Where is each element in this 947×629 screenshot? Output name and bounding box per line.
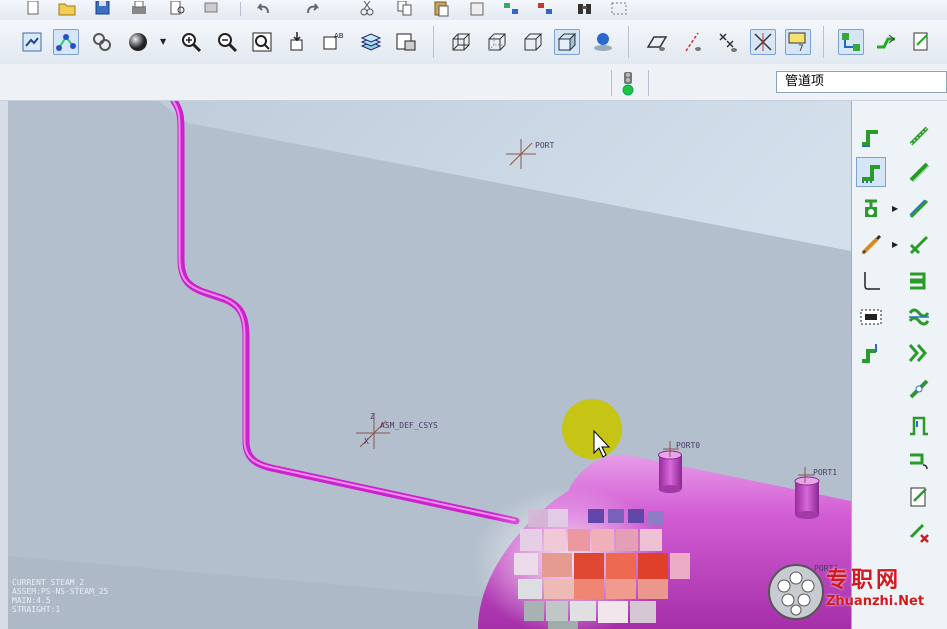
undo-icon[interactable] — [252, 0, 274, 18]
shading-icon[interactable] — [125, 29, 151, 55]
set-start-icon[interactable] — [856, 194, 886, 224]
repaint-icon[interactable] — [19, 29, 45, 55]
shaded-icon[interactable] — [554, 29, 580, 55]
toolbar-row-1 — [0, 0, 947, 21]
annotation-display-icon[interactable]: 7 — [785, 29, 811, 55]
cursor-highlight — [562, 399, 622, 459]
regenerate-icon[interactable] — [500, 0, 522, 18]
piping-tool-1-icon[interactable] — [838, 29, 864, 55]
status-line: ASSEM:PS-NS-STEAM_25 — [12, 587, 109, 596]
no-hidden-icon[interactable] — [520, 29, 546, 55]
bend-icon[interactable] — [904, 374, 934, 404]
label-port0: PORT0 — [676, 441, 700, 450]
nozzle-port1 — [794, 476, 820, 519]
label-port-top: PORT — [535, 141, 554, 150]
svg-text:7: 7 — [798, 44, 804, 53]
cut-icon[interactable] — [356, 0, 378, 18]
piping-tool-2-icon[interactable] — [873, 29, 899, 55]
corner-icon[interactable] — [904, 302, 934, 332]
paste-icon[interactable] — [430, 0, 452, 18]
save-icon[interactable] — [92, 0, 114, 18]
piping-toolbar-panel: ▶ ▶ — [851, 101, 947, 629]
open-icon[interactable] — [56, 0, 78, 18]
svg-text:Z: Z — [370, 412, 375, 421]
label-csys: ASM_DEF_CSYS — [380, 421, 438, 430]
piping-tool-3-icon[interactable] — [909, 29, 935, 55]
follow-axis-icon[interactable] — [856, 266, 886, 296]
flexible-icon[interactable] — [904, 230, 934, 260]
nozzle-port0 — [658, 450, 682, 493]
status-line: MAIN:4.5 — [12, 596, 51, 605]
model-status-text: CURRENT STEAM_2 ASSEM:PS-NS-STEAM_25 MAI… — [12, 578, 108, 614]
route-pipe-icon[interactable] — [856, 121, 886, 151]
enhanced-realism-icon[interactable] — [590, 29, 616, 55]
report-icon[interactable] — [904, 482, 934, 512]
view-manager-icon[interactable] — [393, 29, 419, 55]
jog-icon[interactable] — [904, 266, 934, 296]
spin-center-icon[interactable] — [53, 29, 79, 55]
delete-route-icon[interactable] — [904, 518, 934, 548]
redo-icon[interactable] — [302, 0, 324, 18]
saved-views-icon[interactable]: AB — [320, 29, 346, 55]
sketch-pipe-icon[interactable] — [856, 230, 886, 260]
zoom-in-icon[interactable] — [178, 29, 204, 55]
zoom-out-icon[interactable] — [214, 29, 240, 55]
watermark-cn: 专职网 — [826, 568, 902, 593]
toolbar-row-2: ▼ AB 7 — [0, 20, 947, 65]
pipeline-icon[interactable] — [856, 157, 886, 187]
layers-icon[interactable] — [358, 29, 384, 55]
filter-select[interactable]: 管道项 — [776, 71, 947, 93]
find-icon[interactable] — [574, 0, 596, 18]
watermark-text: 专职网 Zhuanzhi.Net — [826, 568, 924, 610]
print-icon[interactable] — [128, 0, 150, 18]
status-light-icon[interactable] — [620, 70, 636, 96]
svg-text:AB: AB — [334, 32, 344, 40]
datum-points-icon[interactable] — [715, 29, 741, 55]
extend-icon[interactable] — [904, 121, 934, 151]
copy-icon[interactable] — [394, 0, 416, 18]
new-icon[interactable] — [22, 0, 44, 18]
fitting-insert-icon[interactable] — [856, 338, 886, 368]
pipe-segment-icon[interactable] — [856, 302, 886, 332]
model-viewport[interactable]: PORT ASM_DEF_CSYS Z X PORT0 PORT1 PORT2 — [8, 101, 851, 629]
svg-text:X: X — [364, 437, 369, 446]
status-line: CURRENT STEAM_2 — [12, 578, 85, 587]
offset-icon[interactable] — [904, 157, 934, 187]
status-line: STRAIGHT:1 — [12, 605, 61, 614]
properties-icon[interactable] — [166, 0, 188, 18]
coordinate-systems-icon[interactable] — [750, 29, 776, 55]
arrow-route-icon[interactable] — [904, 338, 934, 368]
named-views-icon[interactable] — [89, 29, 115, 55]
wireframe-icon[interactable] — [448, 29, 474, 55]
regenerate-manager-icon[interactable] — [534, 0, 556, 18]
watermark-logo — [766, 562, 826, 622]
slope-icon[interactable] — [904, 446, 934, 476]
shading-dropdown-icon[interactable]: ▼ — [160, 37, 166, 46]
label-port1: PORT1 — [813, 468, 837, 477]
hidden-line-icon[interactable] — [484, 29, 510, 55]
datum-planes-icon[interactable] — [644, 29, 670, 55]
reroute-icon[interactable] — [904, 410, 934, 440]
select-box-icon[interactable] — [608, 0, 630, 18]
refit-icon[interactable] — [249, 29, 275, 55]
watermark-en: Zhuanzhi.Net — [826, 594, 925, 609]
reorient-icon[interactable] — [284, 29, 310, 55]
datum-axes-icon[interactable] — [680, 29, 706, 55]
paste-special-icon[interactable] — [466, 0, 488, 18]
print-preview-icon[interactable] — [200, 0, 222, 18]
branch-icon[interactable] — [904, 194, 934, 224]
